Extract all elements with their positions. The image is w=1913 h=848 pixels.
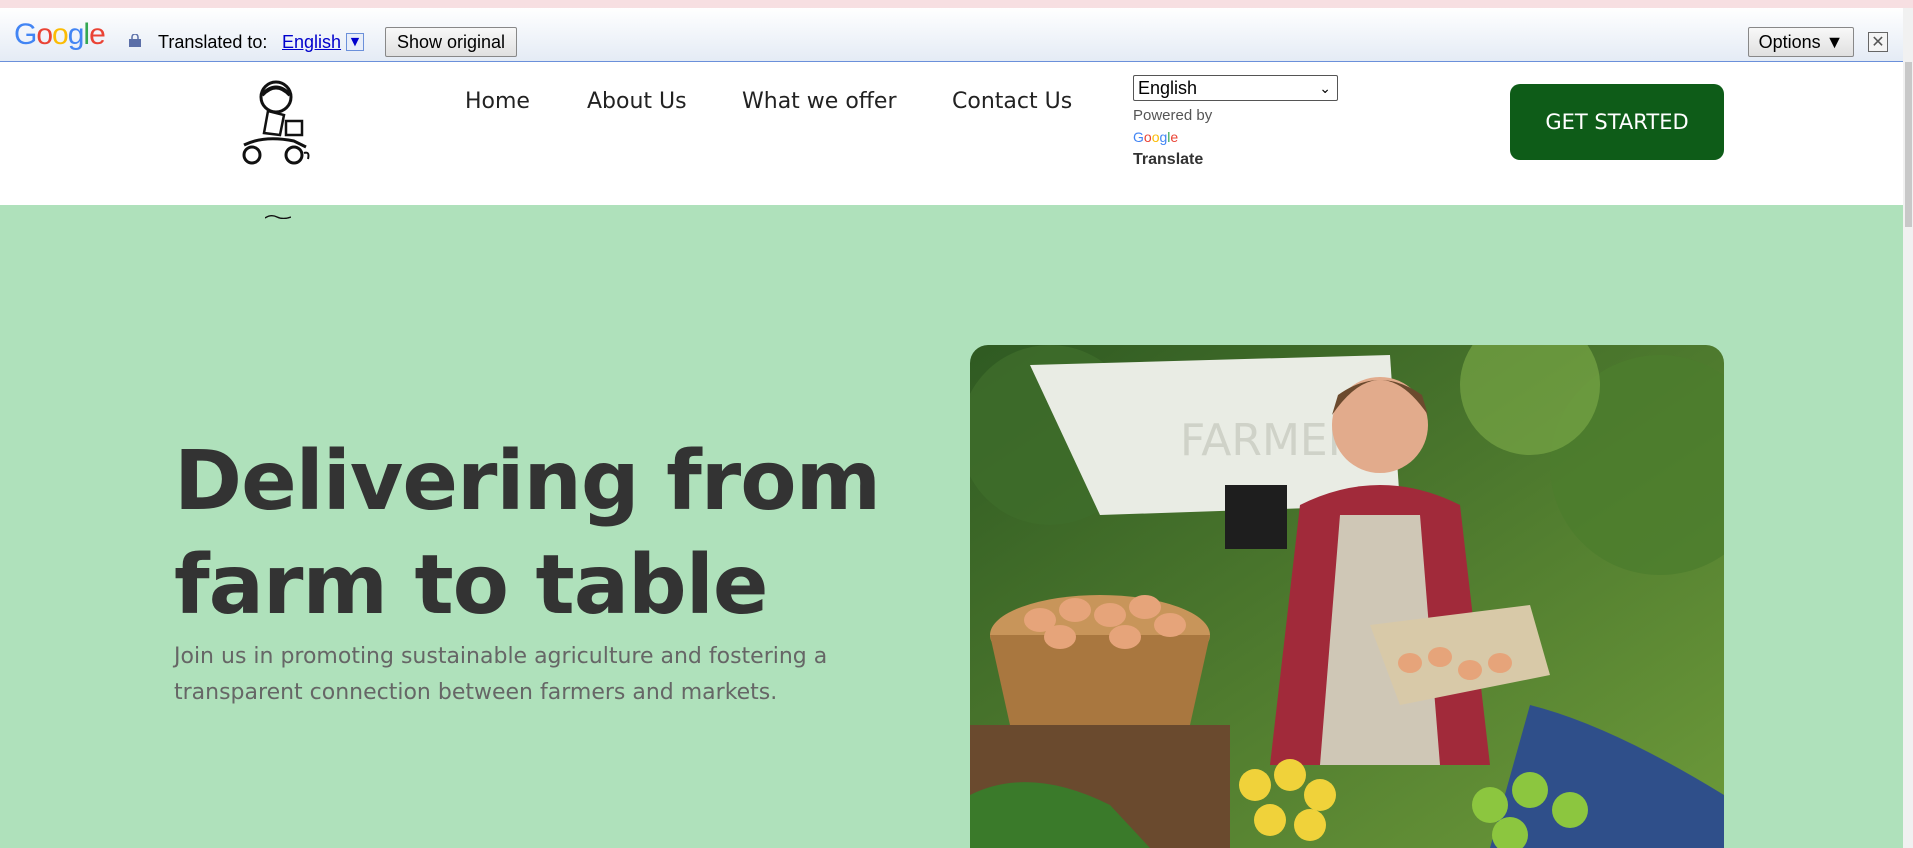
nav-what-we-offer[interactable]: What we offer — [742, 89, 897, 114]
nav-home[interactable]: Home — [465, 89, 530, 114]
scooter-logo-icon[interactable] — [224, 75, 324, 175]
hero-section: Delivering from farm to table Join us in… — [0, 205, 1903, 848]
language-select[interactable]: English ⌄ — [1133, 75, 1338, 101]
translated-to-label: Translated to: — [158, 32, 268, 52]
decorative-mark-icon — [265, 215, 291, 219]
hero-title: Delivering from farm to table — [174, 430, 894, 638]
hero-subtitle: Join us in promoting sustainable agricul… — [174, 644, 828, 705]
nav-contact-us[interactable]: Contact Us — [952, 89, 1072, 114]
options-button[interactable]: Options ▼ — [1748, 27, 1854, 57]
hero-image: FARMERS — [970, 345, 1724, 848]
google-logo: Google — [14, 18, 106, 51]
language-dropdown-icon[interactable]: ▼ — [346, 33, 364, 51]
hero-title-line-2: farm to table — [174, 538, 768, 633]
get-started-button[interactable]: GET STARTED — [1510, 84, 1724, 160]
translate-link[interactable]: Translate — [1133, 151, 1203, 169]
top-strip — [0, 0, 1913, 8]
lock-icon — [129, 34, 141, 47]
google-translate-bar: Google Translated to: English ▼ Show ori… — [0, 8, 1903, 62]
google-small-logo: Google — [1133, 129, 1179, 145]
hero-title-line-1: Delivering from — [174, 434, 881, 529]
close-icon[interactable]: ✕ — [1868, 32, 1888, 52]
translated-language-link[interactable]: English — [282, 32, 341, 53]
powered-by-label: Powered by — [1133, 107, 1213, 124]
language-select-value: English — [1138, 78, 1198, 98]
scrollbar-thumb[interactable] — [1905, 62, 1912, 227]
chevron-down-icon: ⌄ — [1319, 80, 1331, 96]
site-header: Home About Us What we offer Contact Us E… — [0, 63, 1903, 205]
show-original-button[interactable]: Show original — [385, 27, 517, 57]
nav-about-us[interactable]: About Us — [587, 89, 687, 114]
